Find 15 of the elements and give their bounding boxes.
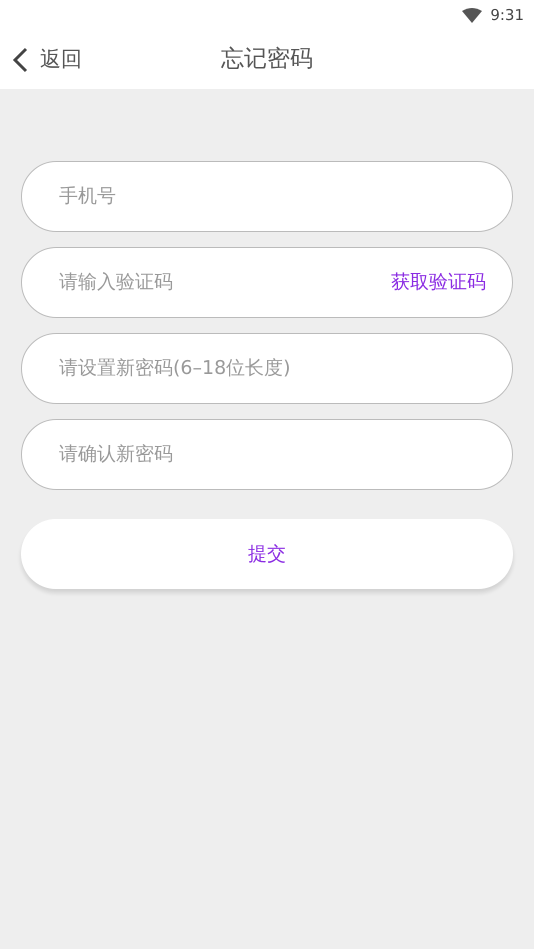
input-field[interactable]: 请输入验证码 获取验证码 <box>21 247 513 318</box>
wifi-icon <box>462 8 482 22</box>
text-input[interactable]: 请确认新密码 <box>57 439 486 470</box>
input-field[interactable]: 请设置新密码(6–18位长度) <box>21 333 513 404</box>
input-field[interactable]: 手机号 <box>21 161 513 232</box>
submit-button[interactable]: 提交 <box>21 519 513 589</box>
page-title: 忘记密码 <box>221 45 313 74</box>
text-input[interactable]: 手机号 <box>57 181 486 212</box>
get-code-button[interactable]: 获取验证码 <box>391 268 486 297</box>
back-icon <box>12 46 28 72</box>
back-button[interactable]: 返回 <box>0 30 82 89</box>
input-field[interactable]: 请确认新密码 <box>21 419 513 490</box>
status-time: 9:31 <box>490 4 524 26</box>
text-input[interactable]: 请设置新密码(6–18位长度) <box>57 353 486 384</box>
text-input[interactable]: 请输入验证码 <box>57 267 391 298</box>
